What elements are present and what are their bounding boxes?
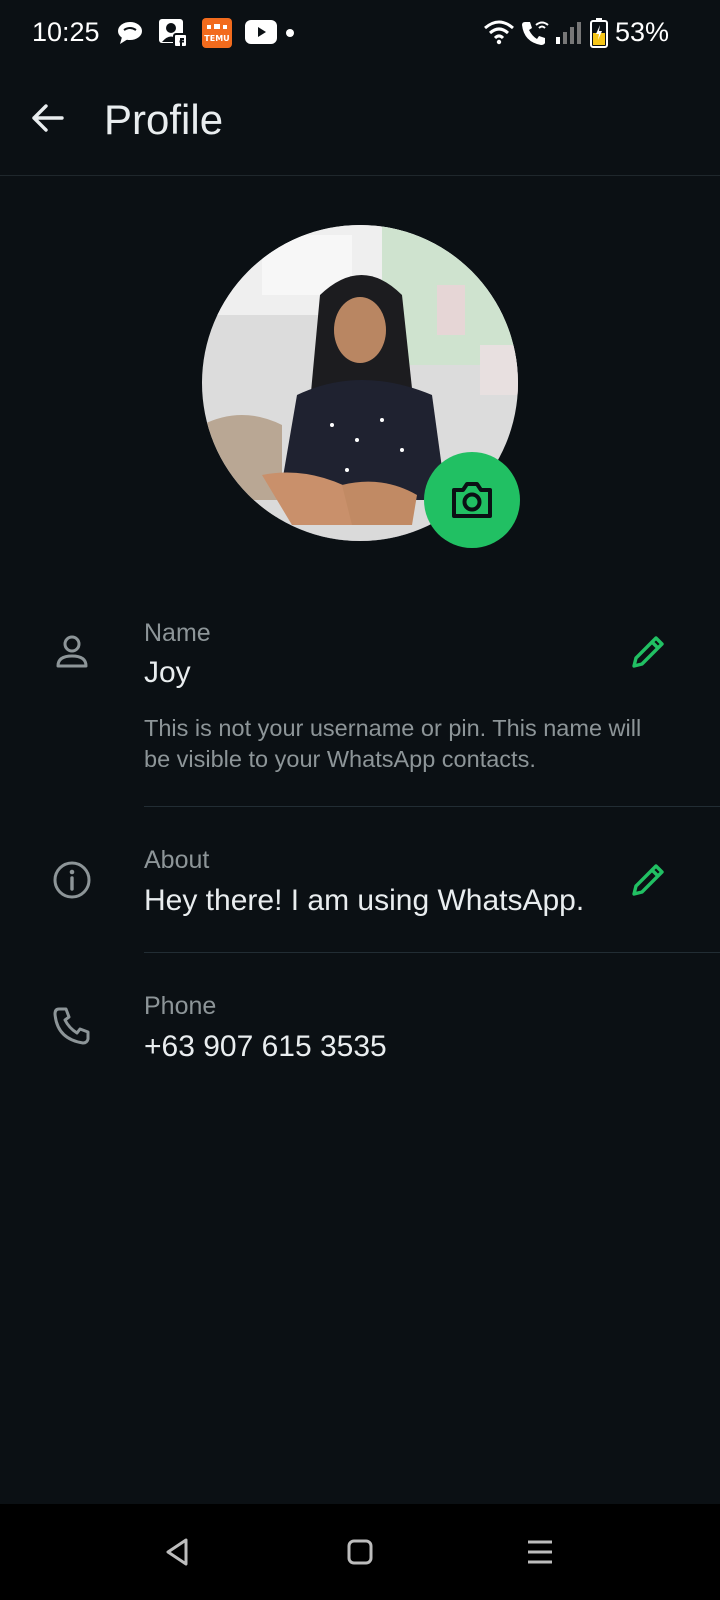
name-label: Name [144, 619, 211, 647]
phone-icon [53, 1007, 90, 1045]
info-icon [53, 861, 91, 899]
pencil-icon[interactable] [624, 628, 672, 676]
arrow-back-icon[interactable] [26, 96, 70, 140]
home-square-icon[interactable] [340, 1532, 380, 1572]
page-title: Profile [104, 96, 224, 143]
temu-app-icon: TEMU [202, 18, 232, 48]
facebook-contacts-icon [159, 19, 188, 48]
about-value: Hey there! I am using WhatsApp. [144, 884, 585, 917]
signal-icon [556, 22, 581, 44]
pencil-icon[interactable] [624, 856, 672, 904]
svg-text:TEMU: TEMU [204, 34, 229, 43]
person-icon [56, 635, 88, 668]
about-label: About [144, 846, 210, 874]
youtube-icon [245, 20, 277, 44]
battery-percent: 53% [615, 17, 670, 47]
system-navigation-bar [0, 1504, 720, 1600]
wifi-calling-icon [522, 21, 549, 45]
name-hint: This is not your username or pin. This n… [144, 715, 642, 772]
change-photo-button[interactable] [424, 452, 520, 548]
app-bar: Profile [0, 66, 720, 176]
phone-label: Phone [144, 992, 217, 1020]
divider [144, 952, 720, 953]
camera-icon [452, 482, 492, 518]
status-bar: 10:25 TEMU 53% [0, 0, 720, 66]
recents-menu-icon[interactable] [520, 1532, 560, 1572]
back-triangle-icon[interactable] [158, 1532, 198, 1572]
name-value: Joy [144, 656, 191, 689]
divider [144, 806, 720, 807]
more-dot-icon [286, 29, 294, 37]
battery-icon [590, 18, 608, 48]
chat-bubble-icon [118, 22, 142, 44]
status-time: 10:25 [32, 17, 100, 47]
phone-value: +63 907 615 3535 [144, 1030, 387, 1063]
wifi-icon [484, 20, 514, 45]
